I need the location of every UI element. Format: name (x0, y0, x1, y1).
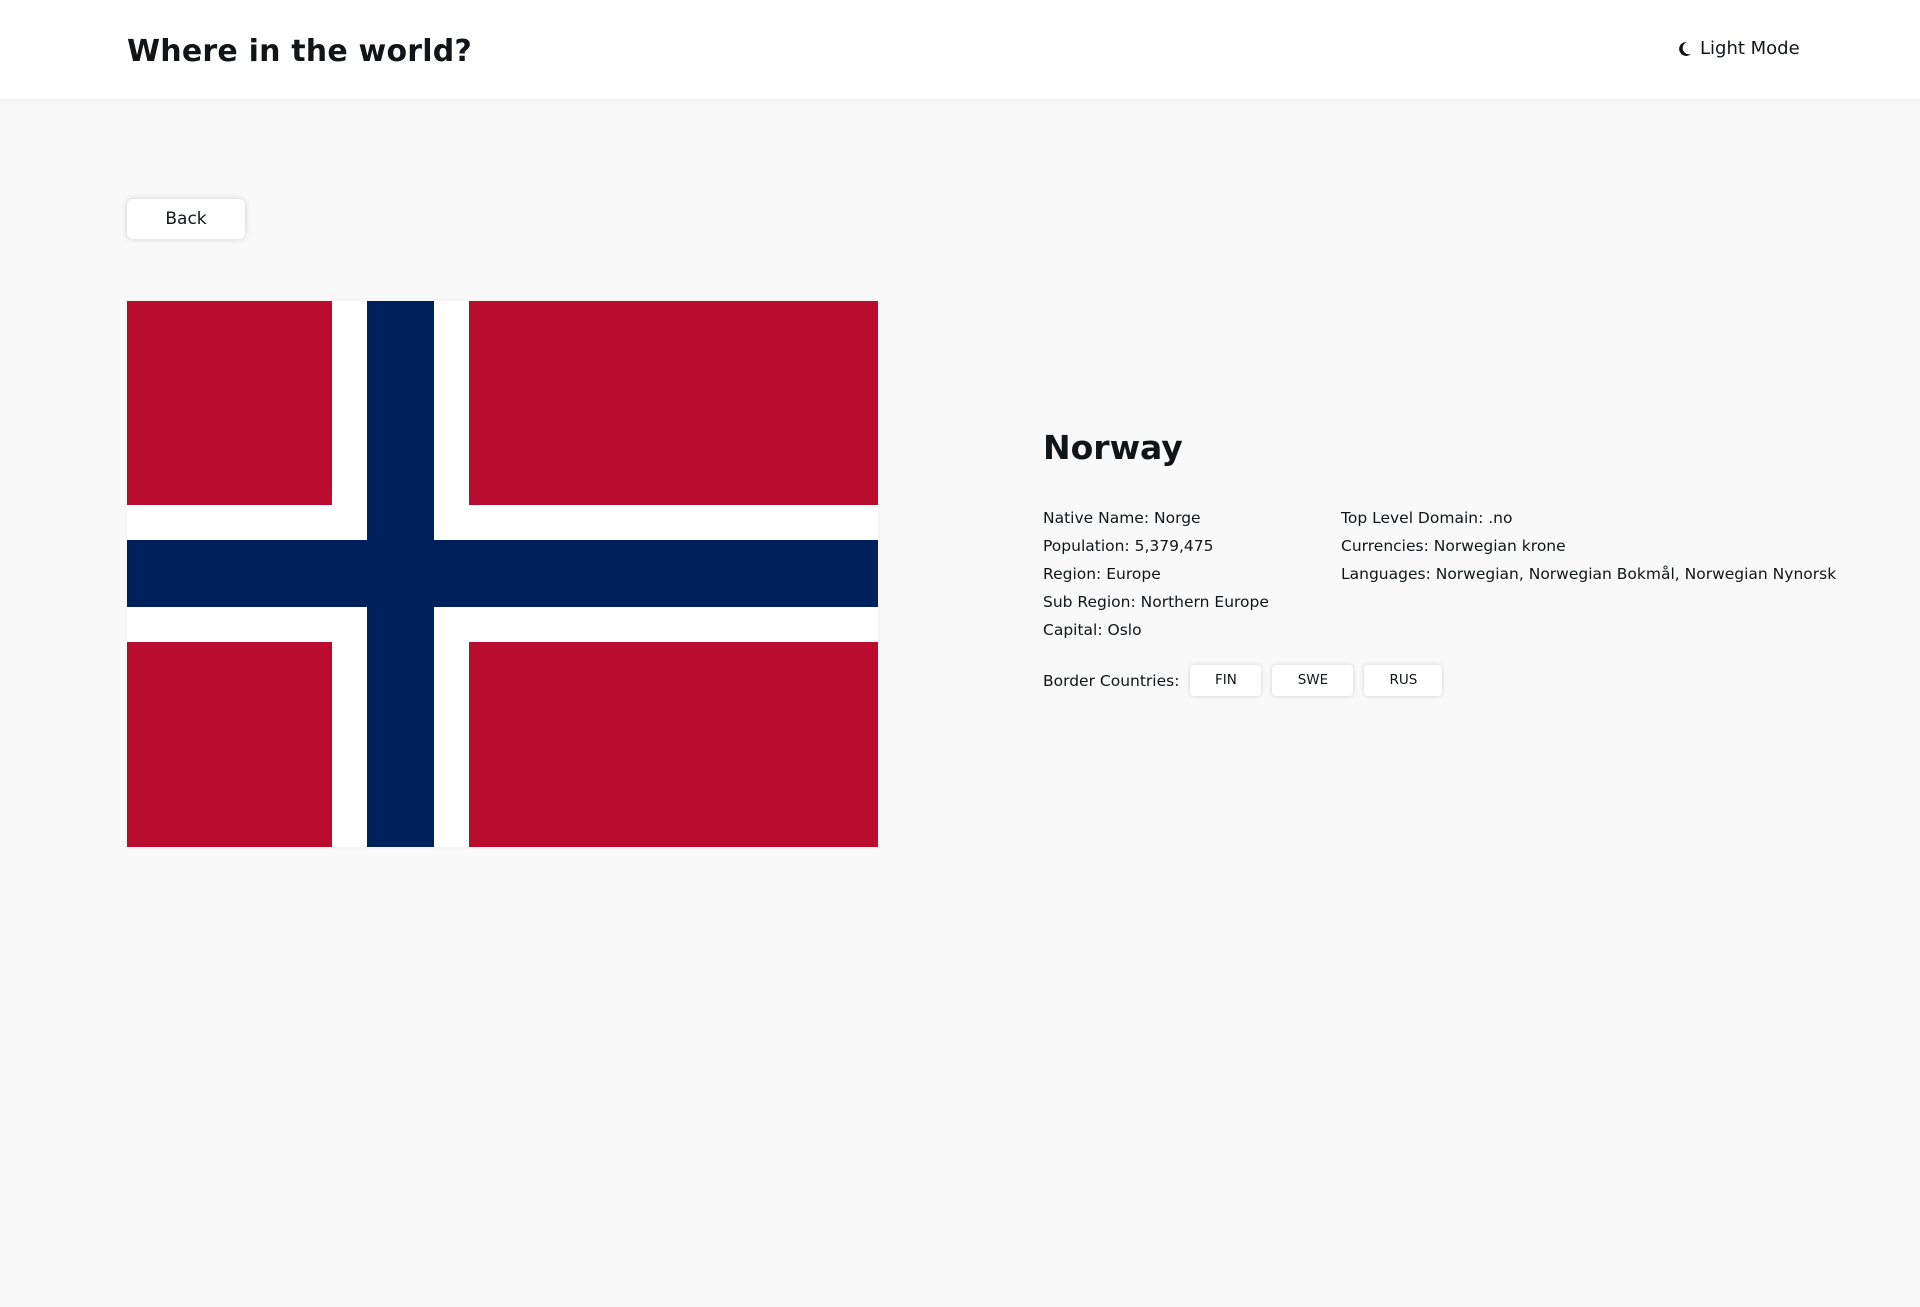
country-info-columns: Native Name: Norge Population: 5,379,475… (1043, 504, 1837, 644)
region-row: Region: Europe (1043, 565, 1161, 583)
border-country-button[interactable]: FIN (1190, 665, 1262, 696)
languages-row: Languages: Norwegian, Norwegian Bokmål, … (1341, 565, 1837, 583)
back-button[interactable]: Back (127, 199, 245, 239)
border-country-button[interactable]: SWE (1272, 665, 1354, 696)
currencies-row: Currencies: Norwegian krone (1341, 537, 1566, 555)
country-flag-image (127, 301, 878, 847)
top-level-domain-row: Top Level Domain: .no (1341, 509, 1513, 527)
country-info-left: Native Name: Norge Population: 5,379,475… (1043, 504, 1341, 644)
moon-icon (1678, 41, 1692, 57)
capital-row: Capital: Oslo (1043, 621, 1142, 639)
country-name: Norway (1043, 428, 1183, 467)
app-title: Where in the world? (127, 34, 473, 69)
country-info-right: Top Level Domain: .no Currencies: Norweg… (1341, 504, 1837, 644)
theme-toggle-button[interactable]: Light Mode (1678, 38, 1800, 59)
app-header: Where in the world? Light Mode (0, 0, 1920, 99)
native-name-row: Native Name: Norge (1043, 509, 1201, 527)
border-countries: Border Countries: FIN SWE RUS (1043, 665, 1823, 696)
country-details: Norway Native Name: Norge Population: 5,… (1043, 428, 1837, 696)
flag-blue-horizontal (127, 540, 878, 607)
population-row: Population: 5,379,475 (1043, 537, 1214, 555)
sub-region-row: Sub Region: Northern Europe (1043, 593, 1269, 611)
theme-toggle-label: Light Mode (1700, 38, 1800, 59)
border-countries-label: Border Countries: (1043, 671, 1180, 690)
border-country-button[interactable]: RUS (1364, 665, 1443, 696)
